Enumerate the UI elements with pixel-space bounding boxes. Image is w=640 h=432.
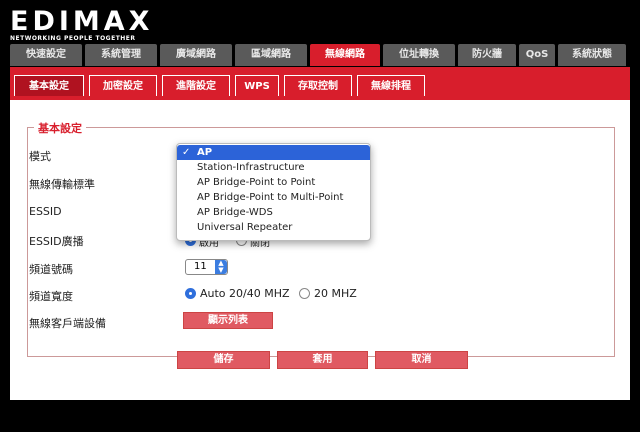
mode-option-bridge-wds[interactable]: AP Bridge-WDS [177, 205, 370, 220]
sub-nav: 基本設定 加密設定 進階設定 WPS 存取控制 無線排程 [14, 75, 425, 96]
channel-select[interactable]: 11 ▲ ▼ [185, 259, 228, 275]
mode-option-universal-repeater[interactable]: Universal Repeater [177, 220, 370, 235]
tab-quick-setup[interactable]: 快速設定 [10, 44, 82, 66]
subtab-security[interactable]: 加密設定 [89, 75, 157, 96]
logo-tagline: NETWORKING PEOPLE TOGETHER [10, 35, 136, 42]
tab-lan[interactable]: 區域網路 [235, 44, 307, 66]
bandwidth-20-radio[interactable] [299, 288, 310, 299]
save-button[interactable]: 儲存 [177, 351, 270, 369]
subtab-access-control[interactable]: 存取控制 [284, 75, 352, 96]
essid-broadcast-label: ESSID廣播 [29, 235, 84, 248]
tab-nat[interactable]: 位址轉換 [383, 44, 455, 66]
mode-option-bridge-ptmp[interactable]: AP Bridge-Point to Multi-Point [177, 190, 370, 205]
subtab-basic-settings[interactable]: 基本設定 [14, 75, 84, 96]
channel-width-label: 頻道寬度 [29, 290, 73, 303]
apply-button[interactable]: 套用 [277, 351, 368, 369]
cancel-button[interactable]: 取消 [375, 351, 468, 369]
edimax-logo: EDIMAX NETWORKING PEOPLE TOGETHER [10, 8, 153, 42]
sub-nav-bar: 基本設定 加密設定 進階設定 WPS 存取控制 無線排程 [10, 67, 630, 100]
bandwidth-auto-radio[interactable] [185, 288, 196, 299]
subtab-wps[interactable]: WPS [235, 75, 279, 96]
mode-option-station[interactable]: Station-Infrastructure [177, 160, 370, 175]
wireless-standard-label: 無線傳輸標準 [29, 178, 95, 191]
tab-wireless[interactable]: 無線網路 [310, 44, 380, 66]
subtab-advanced[interactable]: 進階設定 [162, 75, 230, 96]
channel-label: 頻道號碼 [29, 263, 73, 276]
tab-wan[interactable]: 廣域網路 [160, 44, 232, 66]
checkmark-icon: ✓ [182, 147, 191, 158]
channel-value: 11 [194, 261, 207, 272]
tab-system-status[interactable]: 系統狀態 [558, 44, 626, 66]
logo-text: EDIMAX [10, 6, 154, 37]
tab-qos[interactable]: QoS [519, 44, 555, 66]
tab-system-management[interactable]: 系統管理 [85, 44, 157, 66]
select-arrows-icon: ▲ ▼ [215, 260, 227, 274]
mode-dropdown-menu[interactable]: ✓ AP Station-Infrastructure AP Bridge-Po… [176, 143, 371, 241]
bandwidth-20-label: 20 MHZ [314, 287, 357, 300]
mode-option-label: AP [197, 147, 213, 158]
bandwidth-auto-label: Auto 20/40 MHZ [200, 287, 290, 300]
essid-label: ESSID [29, 205, 62, 218]
mode-option-ap[interactable]: ✓ AP [177, 145, 370, 160]
main-nav: 快速設定 系統管理 廣域網路 區域網路 無線網路 位址轉換 防火牆 QoS 系統… [10, 44, 626, 66]
wireless-clients-label: 無線客戶端設備 [29, 317, 106, 330]
show-client-list-button[interactable]: 顯示列表 [183, 312, 273, 329]
subtab-schedule[interactable]: 無線排程 [357, 75, 425, 96]
mode-label: 模式 [29, 150, 51, 163]
tab-firewall[interactable]: 防火牆 [458, 44, 516, 66]
mode-option-bridge-ptp[interactable]: AP Bridge-Point to Point [177, 175, 370, 190]
section-legend: 基本設定 [34, 120, 86, 136]
